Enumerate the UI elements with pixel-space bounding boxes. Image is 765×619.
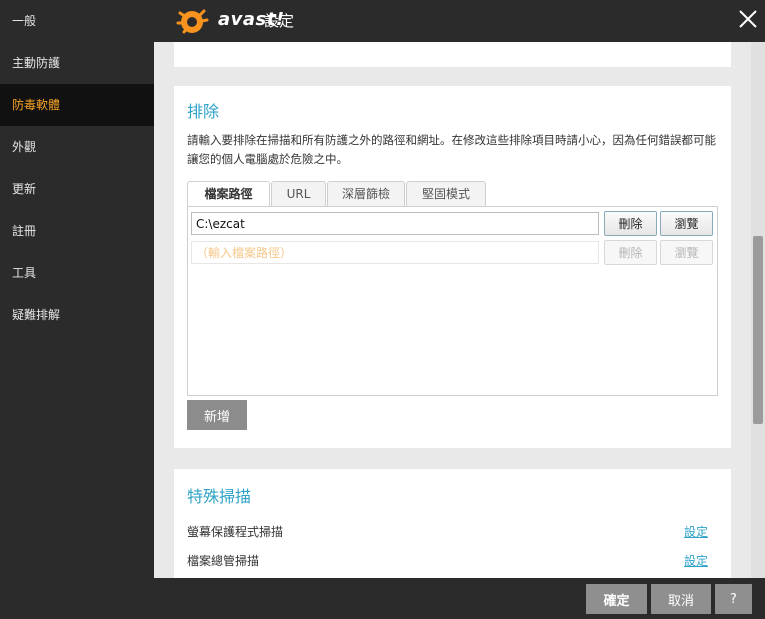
add-exclusion-button[interactable]: 新增 bbox=[187, 400, 247, 430]
sidebar-item-general[interactable]: 一般 bbox=[0, 0, 154, 42]
window-title: 設定 bbox=[264, 12, 295, 30]
explorer-scan-label: 檔案總管掃描 bbox=[187, 554, 260, 568]
sidebar-item-antivirus[interactable]: 防毒軟體 bbox=[0, 84, 154, 126]
sidebar-item-update[interactable]: 更新 bbox=[0, 168, 154, 210]
tab-url[interactable]: URL bbox=[271, 181, 326, 206]
tab-deep-screen[interactable]: 深層篩檢 bbox=[327, 181, 405, 206]
remove-path-button[interactable]: 刪除 bbox=[604, 211, 657, 236]
remove-new-path-button: 刪除 bbox=[604, 240, 657, 265]
sidebar-item-appearance[interactable]: 外觀 bbox=[0, 126, 154, 168]
sidebar-item-active-protection[interactable]: 主動防護 bbox=[0, 42, 154, 84]
ok-button[interactable]: 確定 bbox=[586, 584, 647, 614]
settings-content[interactable]: 排除 請輸入要排除在掃描和所有防護之外的路徑和網址。在修改這些排除項目時請小心，… bbox=[154, 42, 751, 578]
exclusions-panel: 排除 請輸入要排除在掃描和所有防護之外的路徑和網址。在修改這些排除項目時請小心，… bbox=[174, 86, 731, 448]
special-scans-title: 特殊掃描 bbox=[187, 487, 252, 506]
tab-file-paths[interactable]: 檔案路徑 bbox=[187, 181, 270, 207]
title-bar: avast! 設定 bbox=[154, 0, 765, 42]
close-icon bbox=[739, 10, 757, 28]
close-button[interactable] bbox=[736, 7, 760, 31]
scrollbar-thumb[interactable] bbox=[753, 236, 763, 424]
browse-new-path-button: 瀏覽 bbox=[660, 240, 713, 265]
sidebar-item-troubleshooting[interactable]: 疑難排解 bbox=[0, 294, 154, 336]
avast-logo: avast! bbox=[174, 5, 284, 37]
explorer-scan-settings-link[interactable]: 設定 bbox=[684, 552, 708, 569]
screensaver-scan-label: 螢幕保護程式掃描 bbox=[187, 525, 284, 539]
previous-section-panel bbox=[174, 42, 731, 67]
avast-logo-icon bbox=[176, 9, 209, 34]
browse-path-button[interactable]: 瀏覽 bbox=[660, 211, 713, 236]
vertical-scrollbar[interactable] bbox=[751, 42, 765, 578]
sidebar: 一般 主動防護 防毒軟體 外觀 更新 註冊 工具 疑難排解 bbox=[0, 0, 154, 619]
exclusions-description: 請輸入要排除在掃描和所有防護之外的路徑和網址。在修改這些排除項目時請小心，因為任… bbox=[187, 133, 716, 166]
exclusion-path-list: 刪除 瀏覽 刪除 瀏覽 bbox=[187, 206, 718, 396]
help-button[interactable]: ? bbox=[715, 584, 752, 614]
sidebar-item-registration[interactable]: 註冊 bbox=[0, 210, 154, 252]
special-scans-panel: 特殊掃描 螢幕保護程式掃描 設定 檔案總管掃描 設定 bbox=[174, 469, 731, 578]
tab-hardened-mode[interactable]: 堅固模式 bbox=[406, 181, 486, 206]
exclusions-title: 排除 bbox=[187, 102, 220, 121]
screensaver-scan-settings-link[interactable]: 設定 bbox=[684, 523, 708, 540]
special-scan-row: 檔案總管掃描 設定 bbox=[187, 552, 718, 569]
new-exclusion-path-input[interactable] bbox=[191, 241, 599, 264]
sidebar-item-tools[interactable]: 工具 bbox=[0, 252, 154, 294]
special-scan-row: 螢幕保護程式掃描 設定 bbox=[187, 523, 718, 540]
cancel-button[interactable]: 取消 bbox=[651, 584, 711, 614]
exclusion-path-input[interactable] bbox=[191, 212, 599, 235]
footer-bar: 確定 取消 ? bbox=[0, 578, 765, 619]
